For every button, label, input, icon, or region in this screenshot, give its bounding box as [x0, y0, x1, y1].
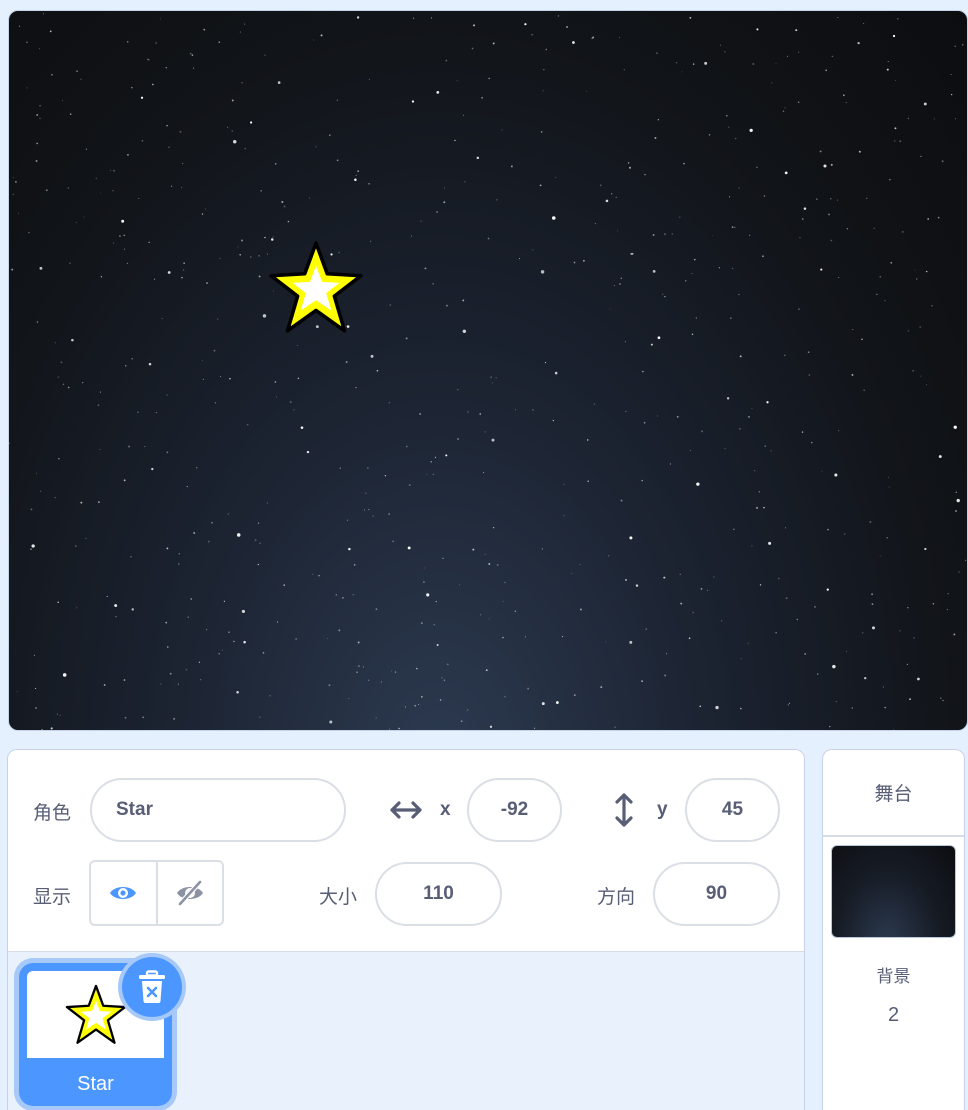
- direction-label: 方向: [597, 886, 636, 908]
- x-field[interactable]: -92: [467, 778, 562, 842]
- hide-button[interactable]: [155, 862, 223, 924]
- sprite-info: 角色 Star x -92 y 45 显示 大小 110 方向 90: [8, 750, 804, 952]
- starfield-backdrop: [9, 13, 967, 730]
- stage-canvas[interactable]: [8, 10, 968, 731]
- visibility-toggle: [89, 860, 224, 926]
- eye-off-icon: [176, 880, 203, 906]
- delete-sprite-button[interactable]: [122, 957, 182, 1017]
- size-label: 大小: [319, 886, 358, 908]
- x-label: x: [440, 799, 451, 820]
- sprite-panel: 角色 Star x -92 y 45 显示 大小 110 方向 90 Star: [7, 749, 805, 1110]
- x-arrows-icon: [390, 801, 422, 819]
- size-field[interactable]: 110: [375, 862, 502, 926]
- stage-title: 舞台: [823, 750, 964, 837]
- show-label: 显示: [33, 886, 72, 908]
- star-sprite[interactable]: [265, 237, 367, 339]
- backdrops-label: 背景: [876, 967, 911, 987]
- star-sprite-icon: [65, 984, 126, 1044]
- y-label: y: [657, 799, 668, 820]
- show-button[interactable]: [91, 862, 156, 924]
- sprite-tile-name: Star: [77, 1073, 114, 1095]
- backdrops-count: 2: [887, 1004, 900, 1026]
- sprite-label: 角色: [33, 802, 72, 824]
- y-field[interactable]: 45: [685, 778, 780, 842]
- trash-icon: [139, 970, 165, 1003]
- stage-thumbnail[interactable]: [831, 845, 956, 938]
- sprite-name-field[interactable]: Star: [90, 778, 346, 842]
- y-arrows-icon: [615, 793, 633, 827]
- eye-icon: [110, 887, 137, 899]
- stage-selector[interactable]: 舞台 背景 2: [822, 749, 965, 1110]
- direction-field[interactable]: 90: [653, 862, 780, 926]
